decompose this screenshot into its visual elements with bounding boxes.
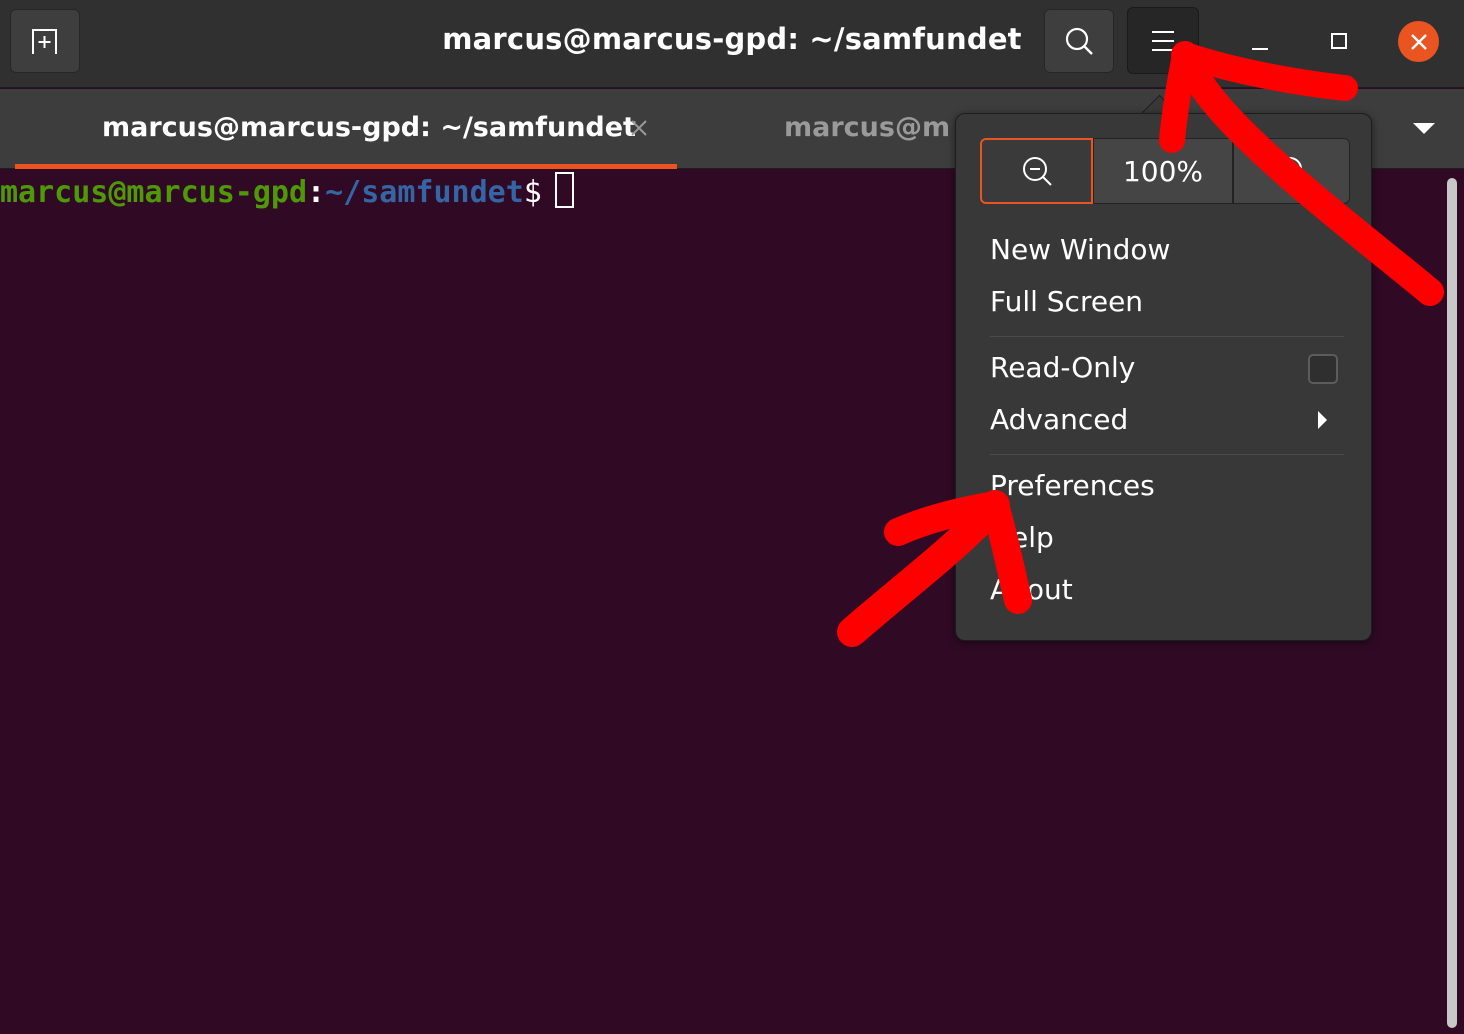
search-button[interactable] <box>1044 9 1114 73</box>
hamburger-menu-icon <box>1152 30 1174 51</box>
chevron-right-icon <box>1318 411 1327 429</box>
tab-label: marcus@marcus-gpd: ~/samfundet <box>102 112 636 143</box>
minimize-icon <box>1252 48 1268 50</box>
scrollbar[interactable] <box>1447 178 1457 1028</box>
menu-item-about[interactable]: About <box>990 573 1073 606</box>
menu-item-read-only[interactable]: Read-Only <box>990 351 1135 384</box>
main-menu-popover: 100% New Window Full Screen Read-Only Ad… <box>955 113 1372 641</box>
new-tab-button[interactable] <box>10 9 80 73</box>
hamburger-menu-button[interactable] <box>1127 7 1199 74</box>
close-icon <box>1410 33 1427 50</box>
zoom-out-button[interactable] <box>980 138 1093 204</box>
menu-item-preferences[interactable]: Preferences <box>990 469 1155 502</box>
menu-separator <box>990 336 1344 337</box>
search-icon <box>1065 27 1093 55</box>
tab-close-button[interactable] <box>626 115 652 141</box>
chevron-down-icon <box>1413 123 1435 134</box>
zoom-in-button[interactable] <box>1233 138 1350 204</box>
close-icon <box>631 120 647 136</box>
menu-separator <box>990 454 1344 455</box>
tab-inactive[interactable]: marcus@ma <box>700 89 950 169</box>
tab-active[interactable]: marcus@marcus-gpd: ~/samfundet <box>15 89 677 169</box>
terminal-prompt[interactable]: marcus@marcus-gpd:~/samfundet$ <box>0 174 542 212</box>
tab-active-indicator <box>15 164 677 169</box>
menu-item-advanced[interactable]: Advanced <box>990 403 1128 436</box>
tabs-dropdown-button[interactable] <box>1404 111 1444 147</box>
zoom-out-icon <box>1022 157 1052 186</box>
tab-label: marcus@ma <box>784 112 950 143</box>
read-only-checkbox[interactable] <box>1308 354 1338 384</box>
maximize-icon <box>1331 33 1347 49</box>
terminal-cursor <box>555 172 574 208</box>
header-bar: marcus@marcus-gpd: ~/samfundet <box>0 0 1464 88</box>
prompt-path: ~/samfundet <box>325 175 524 210</box>
menu-item-full-screen[interactable]: Full Screen <box>990 285 1143 318</box>
close-window-button[interactable] <box>1398 21 1439 62</box>
zoom-in-icon <box>1277 157 1307 186</box>
menu-item-help[interactable]: Help <box>990 521 1054 554</box>
maximize-button[interactable] <box>1319 21 1359 61</box>
zoom-level-button[interactable]: 100% <box>1093 138 1233 204</box>
prompt-colon: : <box>307 175 326 210</box>
prompt-symbol: $ <box>523 175 542 210</box>
minimize-button[interactable] <box>1240 22 1280 62</box>
prompt-user: marcus@marcus-gpd <box>0 175 308 210</box>
new-tab-icon <box>32 29 57 54</box>
zoom-controls: 100% <box>980 138 1350 204</box>
window-title: marcus@marcus-gpd: ~/samfundet <box>442 22 1022 56</box>
menu-item-new-window[interactable]: New Window <box>990 233 1170 266</box>
